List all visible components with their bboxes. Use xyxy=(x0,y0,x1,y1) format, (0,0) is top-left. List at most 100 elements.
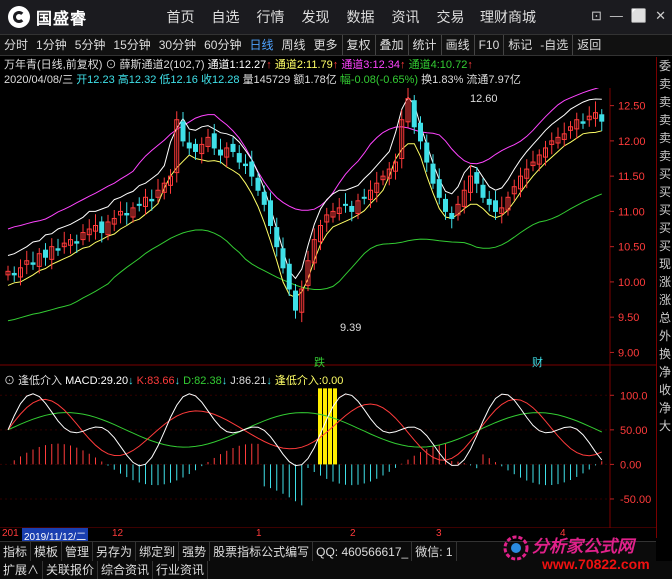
candle-body xyxy=(236,153,242,163)
tool-restore-rights[interactable]: 复权 xyxy=(341,35,375,55)
tab-indicator[interactable]: 指标 xyxy=(0,542,32,562)
nav-watchlist[interactable]: 自选 xyxy=(203,0,248,34)
price-axis-label: 10.50 xyxy=(618,242,646,254)
tab-save-as[interactable]: 另存为 xyxy=(93,542,137,562)
period-daily[interactable]: 日线 xyxy=(245,35,277,55)
tool-mark[interactable]: 标记 xyxy=(503,35,536,55)
marker-die: 跌 xyxy=(314,355,325,369)
nav-data[interactable]: 数据 xyxy=(338,0,383,34)
period-60min[interactable]: 60分钟 xyxy=(200,35,245,55)
period-30min[interactable]: 30分钟 xyxy=(155,35,200,55)
rp-14: 总 xyxy=(658,311,671,325)
rp-11: 现 xyxy=(658,257,671,271)
channel3-line xyxy=(7,88,600,230)
indicator-name[interactable]: 薛斯通道2(102,7) xyxy=(120,59,205,71)
tab-template[interactable]: 模板 xyxy=(31,542,63,562)
candle-body xyxy=(274,227,280,248)
d-value: 82.38 xyxy=(194,375,222,387)
price-axis-label: 12.00 xyxy=(618,136,646,148)
kline-chart[interactable]: 12.5012.0011.5011.0010.5010.009.509.0010… xyxy=(0,88,656,558)
tab-wechat[interactable]: 微信: 1 xyxy=(412,542,457,562)
kd-indicator-name[interactable]: 逢低介入 xyxy=(18,375,62,387)
indicator-line: 万年青(日线,前复权) ⊙ 薛斯通道2(102,7) 通道1:12.27↑ 通道… xyxy=(4,59,473,71)
rp-16: 换 xyxy=(658,347,671,361)
ch4-value: 10.72 xyxy=(439,59,468,71)
quote-volume: 量145729 xyxy=(242,74,291,86)
nav-home[interactable]: 首页 xyxy=(158,0,203,34)
candle-body xyxy=(474,172,480,184)
site-watermark: 分析家公式网 www.70822.com xyxy=(498,530,668,578)
tool-back[interactable]: 返回 xyxy=(572,35,605,55)
watermark-url: www.70822.com xyxy=(542,556,650,572)
kd-indicator-icon[interactable]: ⊙ xyxy=(4,375,15,387)
period-more[interactable]: 更多 xyxy=(310,35,342,55)
nav-wealth-mall[interactable]: 理财商城 xyxy=(473,0,543,34)
tool-f10[interactable]: F10 xyxy=(473,35,504,55)
rp-2: 卖 xyxy=(658,95,671,109)
nav-news[interactable]: 资讯 xyxy=(383,0,428,34)
macd-axis-label: 0.00 xyxy=(620,459,641,471)
candle-body xyxy=(186,142,192,149)
rp-9: 买 xyxy=(658,221,671,235)
rp-0: 委 xyxy=(658,59,671,73)
nav-market[interactable]: 行情 xyxy=(248,0,293,34)
tool-overlay[interactable]: 叠加 xyxy=(374,35,408,55)
period-15min[interactable]: 15分钟 xyxy=(109,35,154,55)
maximize-icon[interactable]: ⬜ xyxy=(631,8,647,24)
candle-body xyxy=(261,191,267,205)
date-axis-tick-2: 1 xyxy=(256,528,262,539)
period-5min[interactable]: 5分钟 xyxy=(71,35,110,55)
candle-body xyxy=(418,122,423,142)
tool-stats[interactable]: 统计 xyxy=(407,35,441,55)
tab-related-quotes[interactable]: 关联报价 xyxy=(43,561,99,579)
rp-6: 买 xyxy=(658,167,671,181)
nav-trade[interactable]: 交易 xyxy=(428,0,473,34)
nav-discover[interactable]: 发现 xyxy=(293,0,338,34)
candle-body xyxy=(218,149,223,156)
candle-body xyxy=(255,177,261,191)
tab-formula-writing[interactable]: 股票指标公式编写 xyxy=(210,542,314,562)
close-icon[interactable]: ✕ xyxy=(655,8,666,24)
tool-add-watchlist[interactable]: -自选 xyxy=(536,35,572,55)
rp-10: 买 xyxy=(658,239,671,253)
tab-strength[interactable]: 强势 xyxy=(179,542,211,562)
minimize-icon[interactable]: — xyxy=(610,8,623,24)
period-weekly[interactable]: 周线 xyxy=(277,35,309,55)
candle-body xyxy=(361,196,367,199)
signal-block xyxy=(318,388,322,465)
tab-general-news[interactable]: 综合资讯 xyxy=(98,561,154,579)
tab-manage[interactable]: 管理 xyxy=(62,542,94,562)
tab-expand[interactable]: 扩展∧ xyxy=(0,561,44,579)
logo-icon xyxy=(8,6,30,28)
period-1min[interactable]: 1分钟 xyxy=(32,35,71,55)
restore-icon[interactable]: ⊡ xyxy=(591,8,602,24)
kd-indicator-line: ⊙ 逢低介入 MACD:29.20↓ K:83.66↓ D:82.38↓ J:8… xyxy=(4,375,344,387)
candle-body xyxy=(411,100,417,128)
rp-4: 卖 xyxy=(658,131,671,145)
tab-industry-news[interactable]: 行业资讯 xyxy=(153,561,209,579)
candle-body xyxy=(443,198,448,212)
price-axis-label: 11.00 xyxy=(618,206,645,218)
tab-bind-to[interactable]: 绑定到 xyxy=(136,542,180,562)
macd-axis-label: 100.0 xyxy=(620,390,648,402)
period-timeshare[interactable]: 分时 xyxy=(0,35,32,55)
price-high-label: 12.60 xyxy=(470,93,498,105)
marker-cai: 财 xyxy=(532,355,543,369)
app-logo[interactable]: 国盛睿 xyxy=(8,5,87,29)
candle-body xyxy=(293,290,298,311)
gear-logo-icon xyxy=(503,535,529,561)
tab-qq[interactable]: QQ: 460566617_ xyxy=(313,542,413,562)
candle-body xyxy=(343,203,348,206)
ch4-label: 通道4: xyxy=(408,59,440,71)
tool-draw[interactable]: 画线 xyxy=(440,35,474,55)
indicator-icon[interactable]: ⊙ xyxy=(105,59,116,71)
candle-body xyxy=(280,248,286,269)
candle-body xyxy=(424,142,430,163)
date-axis-left: 201 xyxy=(2,528,19,539)
ch3-value: 12.34 xyxy=(372,59,401,71)
top-bar: 国盛睿 首页 自选 行情 发现 数据 资讯 交易 理财商城 ⊡ — ⬜ ✕ xyxy=(0,0,672,35)
quote-open: 开12.23 xyxy=(76,74,115,86)
signal-label: 逢低介入: xyxy=(274,375,322,387)
candle-body xyxy=(149,198,155,202)
candle-body xyxy=(249,161,255,177)
